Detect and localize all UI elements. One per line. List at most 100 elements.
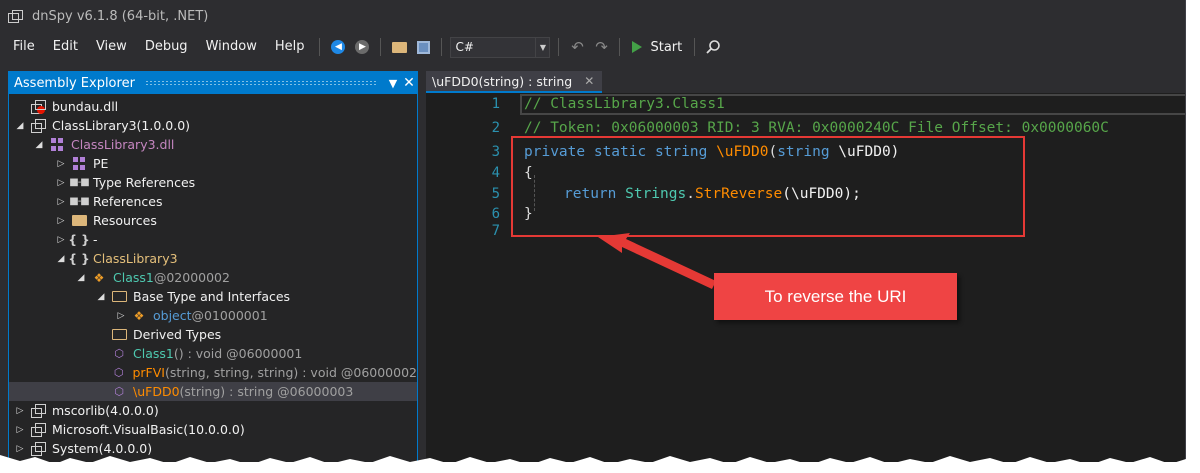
method-icon: ⬡ — [114, 347, 124, 360]
start-button[interactable]: Start — [626, 40, 688, 55]
tree-item-microsoft-visualbasic[interactable]: ▷ Microsoft.VisualBasic (10.0.0.0) — [9, 420, 417, 439]
folder-open-icon — [111, 290, 127, 304]
line-number: 4 — [491, 165, 500, 181]
tree-item-mscorlib[interactable]: ▷ mscorlib (4.0.0.0) — [9, 401, 417, 420]
tab-ufdd0[interactable]: \uFDD0(string) : string ✕ — [426, 71, 603, 93]
tree-item-empty-namespace[interactable]: ▷ { } - — [9, 230, 417, 249]
folder-icon — [71, 214, 87, 228]
assembly-icon — [30, 422, 46, 437]
tree-item-prfvi[interactable]: ⬡ prFVI (string, string, string) : void @… — [9, 363, 417, 382]
tree-item-namespace-classlibrary3[interactable]: ◢ { } ClassLibrary3 — [9, 249, 417, 268]
line-number-gutter: 1 2 3 4 5 6 7 — [426, 93, 508, 462]
collapsed-arrow-icon[interactable]: ▷ — [115, 311, 127, 321]
search-icon — [706, 40, 721, 54]
menu-view[interactable]: View — [87, 32, 136, 62]
expanded-arrow-icon[interactable]: ◢ — [95, 292, 107, 302]
collapsed-arrow-icon[interactable]: ▷ — [55, 178, 67, 188]
menu-file[interactable]: File — [4, 32, 44, 62]
toolbar-separator — [380, 38, 382, 56]
tab-title: \uFDD0(string) : string — [432, 73, 573, 89]
forward-arrow-icon: ▶ — [355, 40, 370, 54]
save-icon — [416, 40, 430, 54]
collapsed-arrow-icon[interactable]: ▷ — [55, 216, 67, 226]
menu-debug[interactable]: Debug — [136, 32, 197, 62]
references-icon: ■-■ — [69, 196, 90, 207]
namespace-icon: { } — [68, 232, 90, 247]
tree-item-object[interactable]: ▷ ❖ object @01000001 — [9, 306, 417, 325]
callout-arrow-icon — [598, 233, 716, 289]
assembly-icon — [30, 403, 46, 418]
line-number: 1 — [491, 96, 500, 112]
line-number: 2 — [491, 120, 500, 136]
panel-menu-icon[interactable]: ▼ — [385, 77, 401, 90]
tree-item-ufdd0[interactable]: ⬡ \uFDD0 (string) : string @06000003 — [9, 382, 417, 401]
menu-bar: File Edit View Debug Window Help ◀ ▶ C# … — [0, 32, 1185, 62]
expanded-arrow-icon[interactable]: ◢ — [75, 273, 87, 283]
language-value: C# — [455, 40, 474, 54]
torn-edge — [0, 455, 1200, 473]
drag-grip[interactable] — [144, 80, 377, 86]
navigate-forward-button[interactable]: ▶ — [351, 36, 373, 58]
close-tab-icon[interactable]: ✕ — [584, 74, 594, 88]
window-title: dnSpy v6.1.8 (64-bit, .NET) — [32, 8, 209, 24]
menu-help[interactable]: Help — [266, 32, 314, 62]
line-number: 6 — [491, 206, 500, 222]
tree-item-resources[interactable]: ▷ Resources — [9, 211, 417, 230]
collapsed-arrow-icon[interactable]: ▷ — [55, 235, 67, 245]
collapsed-arrow-icon[interactable]: ▷ — [14, 406, 26, 416]
redo-icon: ↷ — [595, 38, 608, 56]
tree-item-pe[interactable]: ▷ PE — [9, 154, 417, 173]
expanded-arrow-icon[interactable]: ◢ — [33, 140, 45, 150]
collapsed-arrow-icon[interactable]: ▷ — [55, 159, 67, 169]
line-number: 5 — [491, 186, 500, 202]
tree-item-classlibrary3-assembly[interactable]: ◢ ClassLibrary3 (1.0.0.0) — [9, 116, 417, 135]
close-icon[interactable]: ✕ — [401, 75, 417, 91]
redo-button[interactable]: ↷ — [590, 36, 612, 58]
chevron-down-icon: ▼ — [535, 37, 549, 57]
module-icon — [49, 138, 65, 152]
expanded-arrow-icon[interactable]: ◢ — [14, 121, 26, 131]
code-line-2: // Token: 0x06000003 RID: 3 RVA: 0x00002… — [524, 120, 1109, 136]
navigate-back-button[interactable]: ◀ — [327, 36, 349, 58]
open-button[interactable] — [388, 36, 410, 58]
code-line-1: // ClassLibrary3.Class1 — [524, 96, 725, 112]
tree-item-type-references[interactable]: ▷ ■-■ Type References — [9, 173, 417, 192]
tree-item-ctor[interactable]: ⬡ Class1() : void @06000001 — [9, 344, 417, 363]
namespace-icon: { } — [68, 251, 90, 266]
assembly-explorer-header: Assembly Explorer ▼ ✕ — [9, 72, 417, 94]
method-icon: ⬡ — [113, 366, 124, 379]
app-icon — [8, 10, 23, 23]
tree-item-classlibrary3-dll[interactable]: ◢ ClassLibrary3.dll — [9, 135, 417, 154]
language-select[interactable]: C# ▼ — [450, 36, 551, 58]
highlight-box — [511, 136, 1025, 237]
title-bar: dnSpy v6.1.8 (64-bit, .NET) — [0, 0, 1185, 32]
tree-item-class1[interactable]: ◢ ❖ Class1 @02000002 — [9, 268, 417, 287]
collapsed-arrow-icon[interactable]: ▷ — [14, 444, 26, 454]
expanded-arrow-icon[interactable]: ◢ — [55, 254, 67, 264]
save-all-button[interactable] — [412, 36, 434, 58]
collapsed-arrow-icon[interactable]: ▷ — [14, 425, 26, 435]
undo-button[interactable]: ↶ — [566, 36, 588, 58]
menu-edit[interactable]: Edit — [44, 32, 87, 62]
tree-item-bundau[interactable]: bundau.dll — [9, 97, 417, 116]
folder-icon — [111, 328, 127, 342]
undo-icon: ↶ — [571, 38, 584, 56]
toolbar-separator — [619, 38, 621, 56]
menu-window[interactable]: Window — [197, 32, 266, 62]
class-icon: ❖ — [133, 308, 145, 323]
collapsed-arrow-icon[interactable]: ▷ — [55, 197, 67, 207]
private-method-icon: ⬡ — [114, 385, 124, 398]
pe-icon — [71, 157, 87, 171]
tree-item-derived-types[interactable]: Derived Types — [9, 325, 417, 344]
line-number: 3 — [491, 144, 500, 160]
back-arrow-icon: ◀ — [331, 40, 346, 54]
tree-item-references[interactable]: ▷ ■-■ References — [9, 192, 417, 211]
toolbar-separator — [441, 38, 443, 56]
line-number: 7 — [491, 223, 500, 239]
assembly-error-icon — [30, 99, 46, 114]
panel-title: Assembly Explorer — [14, 75, 135, 91]
annotation-callout: To reverse the URI — [714, 273, 957, 320]
open-folder-icon — [391, 41, 407, 53]
search-button[interactable] — [702, 36, 724, 58]
tree-item-base-types[interactable]: ◢ Base Type and Interfaces — [9, 287, 417, 306]
